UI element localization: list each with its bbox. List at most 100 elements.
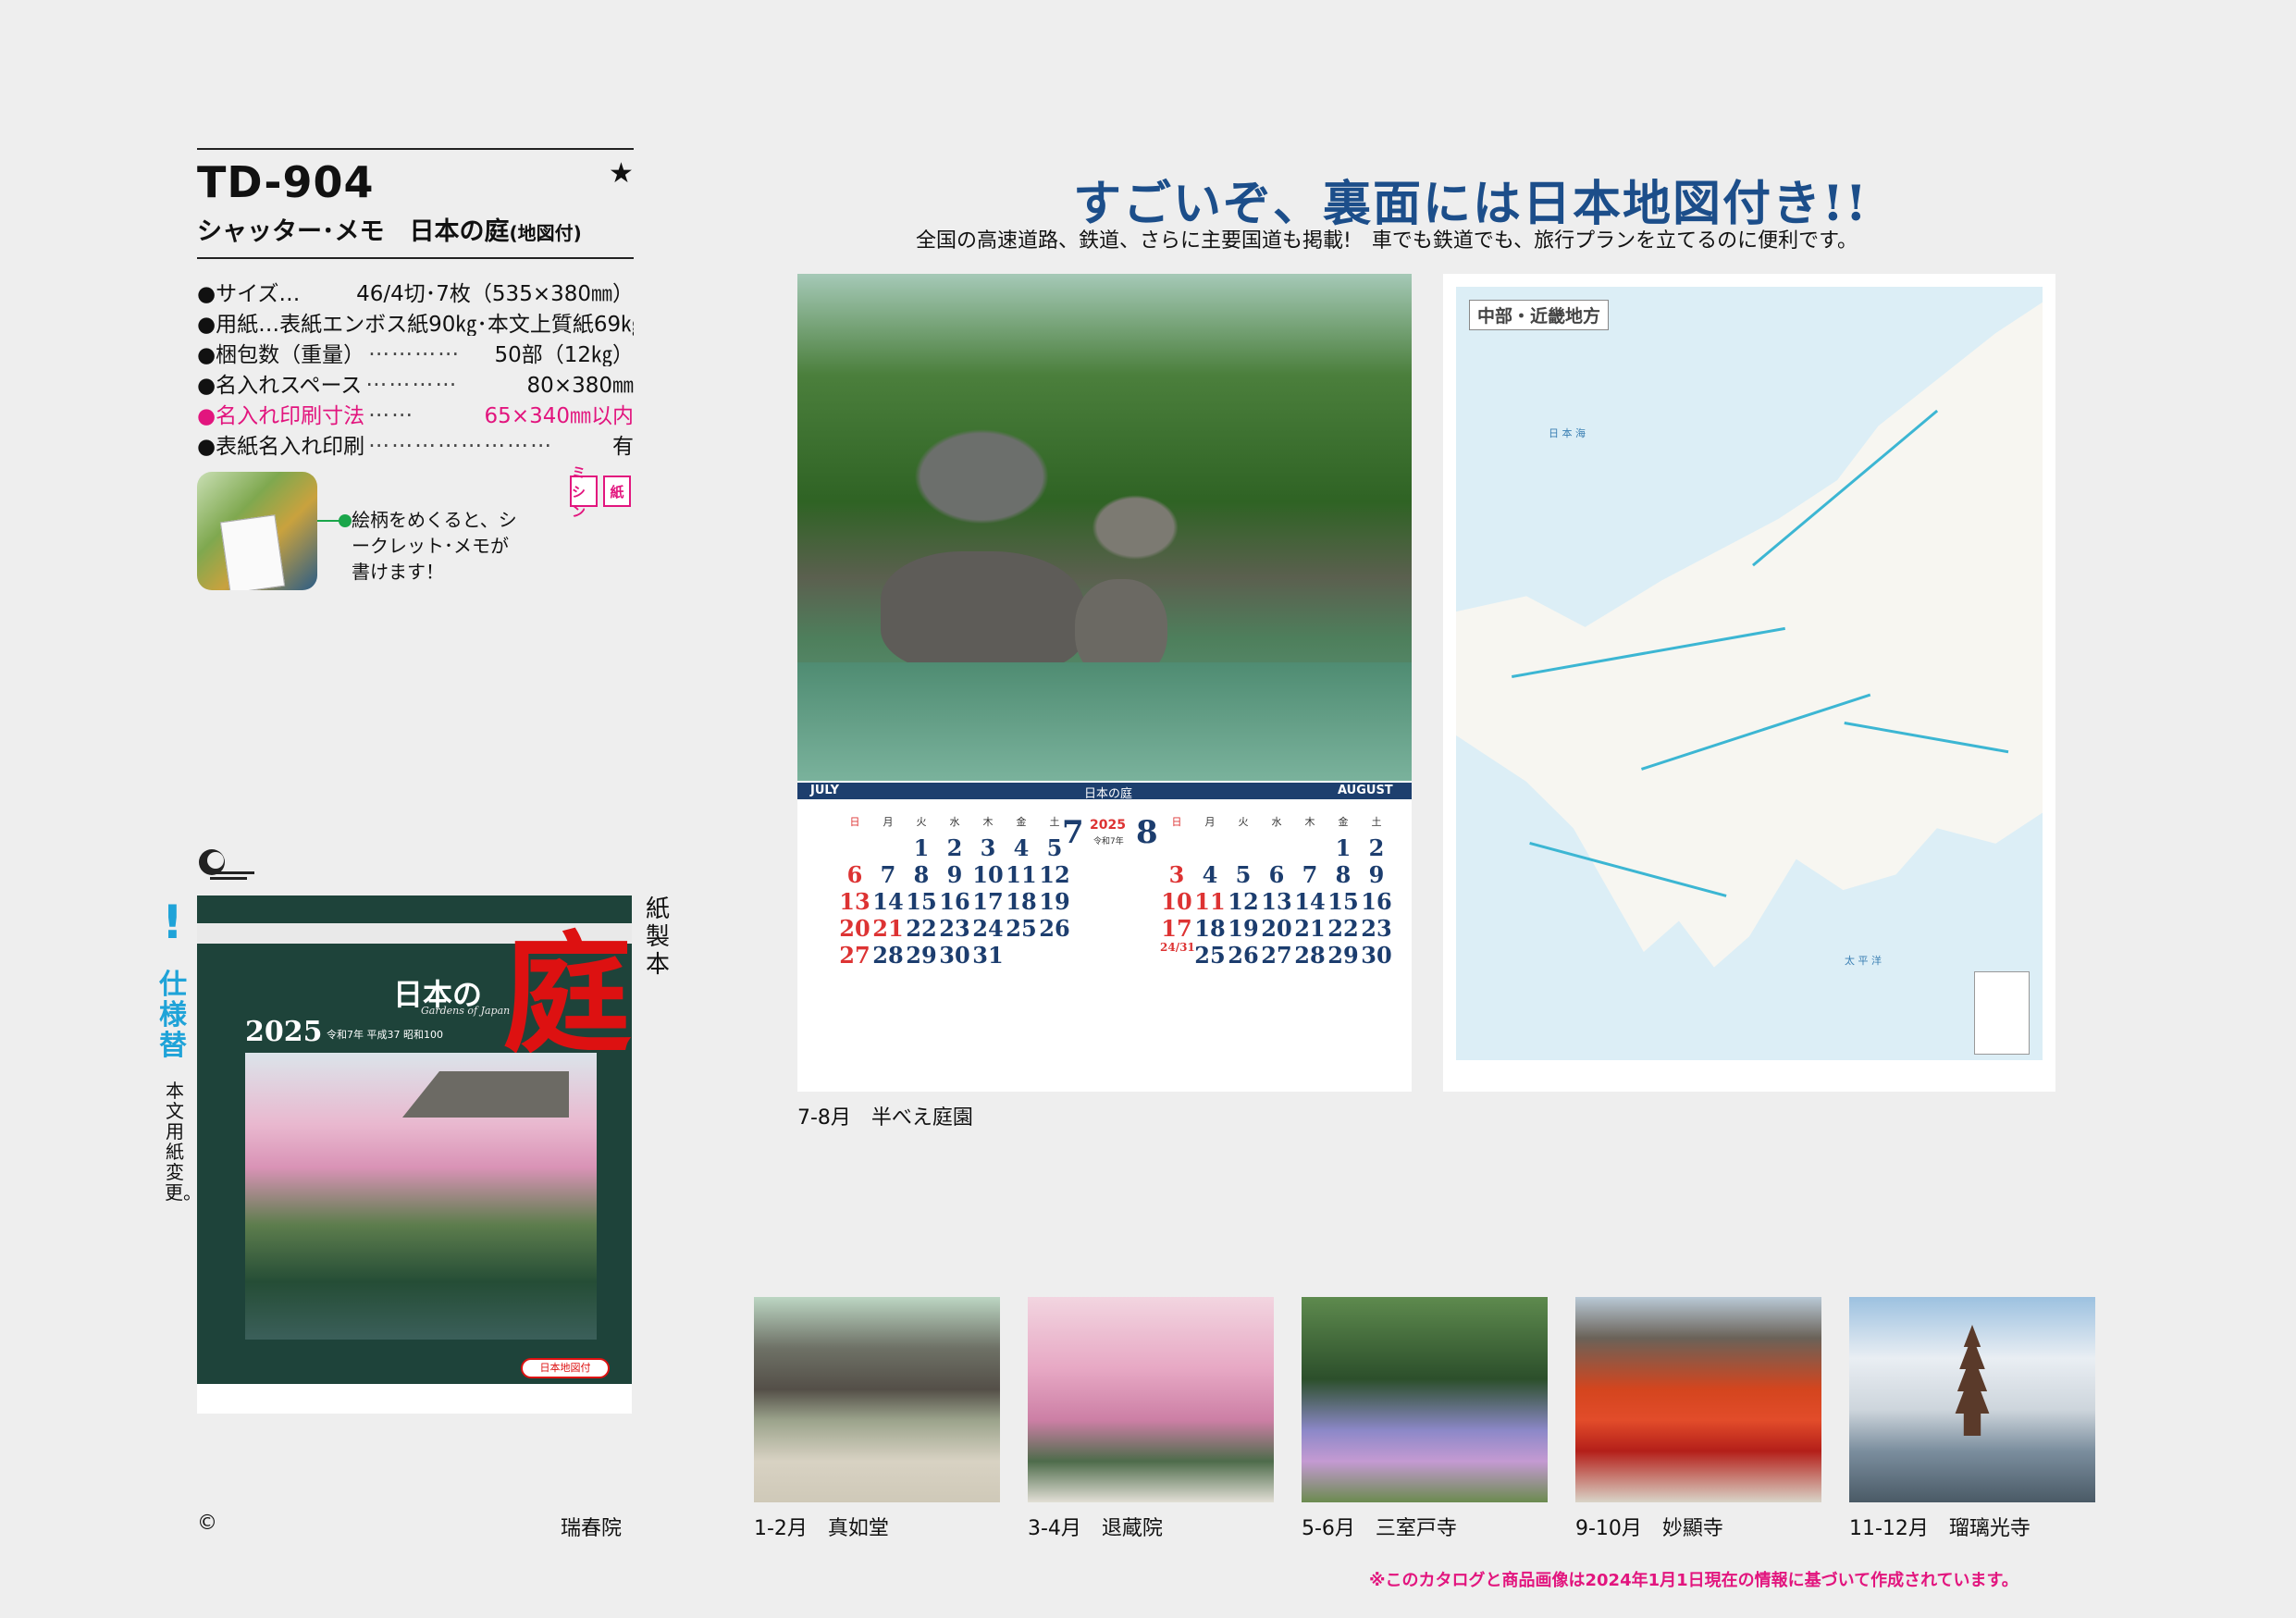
calendar-logo: 日本の庭 bbox=[1084, 787, 1133, 801]
weekday-label: 火 bbox=[1238, 816, 1249, 828]
thumbnail-caption: 9-10月 妙顯寺 bbox=[1575, 1517, 1723, 1540]
august-grid: 日月火水木金土 1 2 3 4 5 6 7 8 9 10 11 12 13 14 15 16 17 18 19 20 21… bbox=[1160, 814, 1438, 969]
binding-label: 紙製本 bbox=[645, 895, 670, 979]
thumbnail-myokenji bbox=[1575, 1297, 1821, 1502]
week-row: 27 28 29 30 31 bbox=[838, 942, 1116, 969]
day-cell: 22 bbox=[1327, 915, 1359, 942]
spec-cover-print: ●表紙名入れ印刷…………………… 有 bbox=[197, 428, 634, 458]
map-bay bbox=[1697, 472, 1734, 537]
spec-name-space: ●名入れスペース………… 80×380㎜ bbox=[197, 367, 634, 397]
day-cell: 21 bbox=[872, 915, 904, 942]
day-cell bbox=[1260, 834, 1293, 861]
august-label: AUGUST bbox=[1338, 784, 1393, 797]
day-cell: 17 bbox=[1161, 915, 1192, 942]
product-title-text: シャッター･メモ 日本の庭 bbox=[197, 217, 510, 246]
day-cell: 2 bbox=[946, 834, 963, 861]
model-number: TD-904 bbox=[197, 157, 375, 207]
week-row: 17 18 19 20 21 22 23 bbox=[1160, 915, 1438, 942]
vegetable-oil-ink-logo bbox=[199, 849, 254, 880]
copyright-mark: © bbox=[197, 1512, 217, 1535]
day-cell: 1 bbox=[1335, 834, 1352, 861]
cover-title-en: Gardens of Japan bbox=[421, 1005, 511, 1017]
day-cell: 20 bbox=[1261, 915, 1292, 942]
spec-label: ●名入れスペース bbox=[197, 374, 363, 397]
day-cell: 15 bbox=[906, 888, 937, 915]
month-8: 8 bbox=[1136, 814, 1158, 851]
day-cell: 3 bbox=[1168, 861, 1185, 888]
day-cell: 6 bbox=[846, 861, 863, 888]
spec-package: ●梱包数（重量）………… 50部（12㎏） bbox=[197, 337, 634, 366]
day-cell: 9 bbox=[946, 861, 963, 888]
temple-roof bbox=[402, 1071, 569, 1118]
day-cell: 14 bbox=[1294, 888, 1326, 915]
weekday-label: 月 bbox=[883, 816, 894, 828]
star-mark: ★ bbox=[609, 157, 634, 190]
map-land bbox=[1456, 302, 2043, 968]
weekday-row: 日月火水木金土 bbox=[1160, 814, 1438, 834]
product-title: シャッター･メモ 日本の庭(地図付) bbox=[197, 211, 582, 247]
week-row: 24/31 25 26 27 28 29 30 bbox=[1160, 942, 1438, 970]
spec-value: 65×340㎜以内 bbox=[484, 404, 634, 427]
day-cell: 19 bbox=[1228, 915, 1259, 942]
map-sample: 中部・近畿地方 日 本 海 太 平 洋 bbox=[1443, 274, 2055, 1092]
day-cell: 4 bbox=[1013, 834, 1030, 861]
calendar-year: 2025 bbox=[1090, 818, 1126, 833]
day-cell: 21 bbox=[1294, 915, 1326, 942]
month-7: 7 bbox=[1062, 814, 1084, 851]
day-cell: 9 bbox=[1368, 861, 1385, 888]
sea-label-south: 太 平 洋 bbox=[1845, 955, 1882, 967]
day-cell: 19 bbox=[1039, 888, 1070, 915]
day-cell: 3 bbox=[980, 834, 996, 861]
day-cell: 25 bbox=[1194, 942, 1226, 969]
thumbnail-caption: 3-4月 退蔵院 bbox=[1028, 1517, 1163, 1540]
thumbnail-mimurotoji bbox=[1302, 1297, 1548, 1502]
day-cell: 29 bbox=[1327, 942, 1359, 969]
day-cell: 15 bbox=[1327, 888, 1359, 915]
day-cell bbox=[1160, 834, 1193, 861]
day-cell: 5 bbox=[1235, 861, 1252, 888]
weekday-label: 月 bbox=[1204, 816, 1216, 828]
day-cell: 4 bbox=[1202, 861, 1218, 888]
day-cell: 27 bbox=[1261, 942, 1292, 969]
day-cell: 10 bbox=[972, 861, 1004, 888]
calendar-sample: JULY 日本の庭 AUGUST 日月火水木金土 1 2 3 4 5 6 7 8 9 10 11 12 1… bbox=[797, 274, 1412, 1092]
spec-dots: …………………… bbox=[368, 428, 554, 452]
weekday-label: 木 bbox=[982, 816, 994, 828]
cover-name-space bbox=[197, 1384, 632, 1414]
day-cell: 18 bbox=[1194, 915, 1226, 942]
day-cell bbox=[1227, 834, 1260, 861]
cover-kanji: 庭 bbox=[502, 920, 633, 1071]
spec-label: ●サイズ… bbox=[197, 282, 301, 305]
thumbnail-taizoin bbox=[1028, 1297, 1274, 1502]
spec-paper: ●用紙…表紙エンボス紙90㎏･本文上質紙69㎏ bbox=[197, 306, 634, 336]
subheadline: 全国の高速道路、鉄道、さらに主要国道も掲載! 車でも鉄道でも、旅行プランを立てる… bbox=[916, 229, 1858, 253]
day-cell: 2 bbox=[1368, 834, 1385, 861]
day-cell: 14 bbox=[872, 888, 904, 915]
day-cell: 1 bbox=[913, 834, 930, 861]
day-cell: 27 bbox=[839, 942, 870, 969]
spec-label: ●梱包数（重量） bbox=[197, 343, 365, 366]
week-row: 12 bbox=[1160, 834, 1438, 861]
day-cell bbox=[1005, 942, 1038, 969]
memo-note: 絵柄をめくると、シークレット･メモが書けます！ bbox=[352, 509, 517, 583]
weekday-label: 火 bbox=[916, 816, 927, 828]
day-cell: 24 bbox=[972, 915, 1004, 942]
map-sea: 中部・近畿地方 日 本 海 太 平 洋 bbox=[1456, 287, 2043, 1060]
week-row: 6 7 8 9 10 11 12 bbox=[838, 861, 1116, 888]
day-cell: 26 bbox=[1228, 942, 1259, 969]
thumbnail-caption: 11-12月 瑠璃光寺 bbox=[1849, 1517, 2031, 1540]
footnote: ※このカタログと商品画像は2024年1月1日現在の情報に基づいて作成されています… bbox=[1369, 1571, 2018, 1590]
day-cell: 12 bbox=[1228, 888, 1259, 915]
thumbnail-shinnyodo bbox=[754, 1297, 1000, 1502]
cover-year: 2025 bbox=[245, 1016, 323, 1048]
rock bbox=[881, 551, 1084, 672]
july-label: JULY bbox=[810, 784, 840, 797]
spec-label: ●表紙名入れ印刷 bbox=[197, 435, 365, 458]
weekday-label: 金 bbox=[1338, 816, 1349, 828]
spec-dots: ………… bbox=[365, 367, 459, 391]
day-cell bbox=[1193, 834, 1227, 861]
day-cell: 13 bbox=[839, 888, 870, 915]
spec-change-desc: 本文用紙変更。 bbox=[165, 1080, 202, 1204]
weekday-label: 金 bbox=[1016, 816, 1027, 828]
day-cell: 11 bbox=[1006, 861, 1037, 888]
